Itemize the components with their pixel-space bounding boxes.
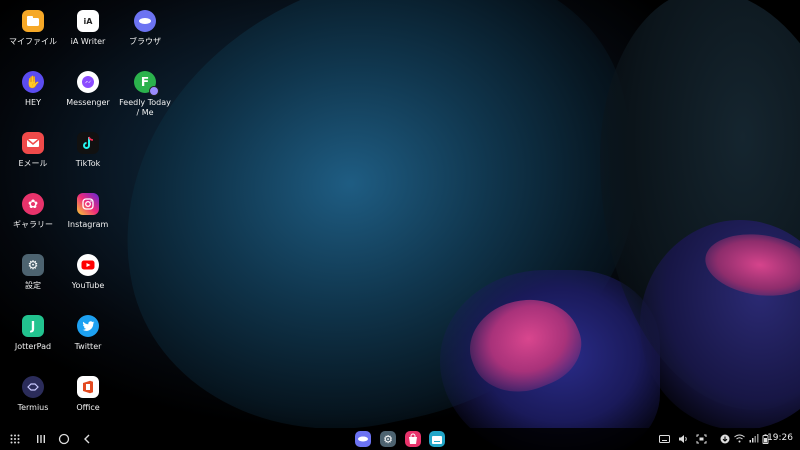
- recents-icon[interactable]: [34, 432, 48, 446]
- termius-icon: [22, 376, 44, 398]
- clock[interactable]: 19:26: [767, 433, 793, 443]
- browser-icon: [134, 10, 156, 32]
- desktop-icon-feedly[interactable]: F Feedly Today / Me: [112, 65, 178, 123]
- desktop-icon-label: TikTok: [75, 159, 101, 168]
- jotterpad-icon: J: [22, 315, 44, 337]
- youtube-icon: [77, 254, 99, 276]
- ia-writer-icon: iA: [77, 10, 99, 32]
- desktop-icon-label: YouTube: [71, 281, 105, 290]
- desktop-icon-youtube[interactable]: YouTube: [55, 248, 121, 306]
- desktop-icon-label: Twitter: [74, 342, 102, 351]
- badge-icon: [149, 86, 159, 96]
- taskbar-settings-button[interactable]: ⚙: [380, 431, 396, 447]
- desktop-icon-twitter[interactable]: Twitter: [55, 309, 121, 367]
- galaxy-store-icon: [407, 430, 419, 449]
- screenshot-icon[interactable]: [696, 433, 707, 444]
- folder-icon: [22, 10, 44, 32]
- desktop-icon-label: Instagram: [67, 220, 109, 229]
- twitter-bird-icon: [77, 315, 99, 337]
- back-icon[interactable]: [80, 432, 94, 446]
- taskbar-galaxy-store-button[interactable]: [405, 431, 421, 447]
- tiktok-icon: [77, 132, 99, 154]
- download-icon[interactable]: [719, 433, 730, 444]
- browser-icon: [357, 430, 369, 449]
- taskbar: ⚙ 19:26: [0, 428, 800, 450]
- app-grid-icon[interactable]: [8, 432, 22, 446]
- settings-gear-icon: ⚙: [22, 254, 44, 276]
- instagram-icon: [77, 193, 99, 215]
- keyboard-app-icon: [431, 430, 443, 449]
- desktop-icon-browser[interactable]: ブラウザ: [112, 4, 178, 62]
- desktop-icon-office[interactable]: Office: [55, 370, 121, 428]
- taskbar-keyboard-app-button[interactable]: [429, 431, 445, 447]
- feedly-icon: F: [134, 71, 159, 96]
- office-icon: [77, 376, 99, 398]
- email-icon: [22, 132, 44, 154]
- messenger-icon: [77, 71, 99, 93]
- gallery-flower-icon: ✿: [22, 193, 44, 215]
- desktop-icon-instagram[interactable]: Instagram: [55, 187, 121, 245]
- hey-hand-icon: ✋: [22, 71, 44, 93]
- settings-gear-icon: ⚙: [383, 432, 393, 446]
- wifi-icon: [734, 433, 745, 444]
- desktop-icon-label: ブラウザ: [129, 37, 161, 46]
- keyboard-icon[interactable]: [659, 433, 670, 444]
- jotterpad-letter: J: [30, 319, 36, 333]
- desktop-icon-tiktok[interactable]: TikTok: [55, 126, 121, 184]
- home-icon[interactable]: [57, 432, 71, 446]
- desktop-icon-label: Feedly Today / Me: [119, 98, 171, 117]
- desktop-icon-label: Office: [76, 403, 100, 412]
- volume-icon[interactable]: [678, 433, 689, 444]
- signal-icon: [748, 433, 759, 444]
- taskbar-browser-button[interactable]: [355, 431, 371, 447]
- desktop-screen: マイファイル iA iA Writer ブラウザ ✋ HEY Messenger…: [0, 0, 800, 450]
- feedly-letter: F: [140, 75, 150, 89]
